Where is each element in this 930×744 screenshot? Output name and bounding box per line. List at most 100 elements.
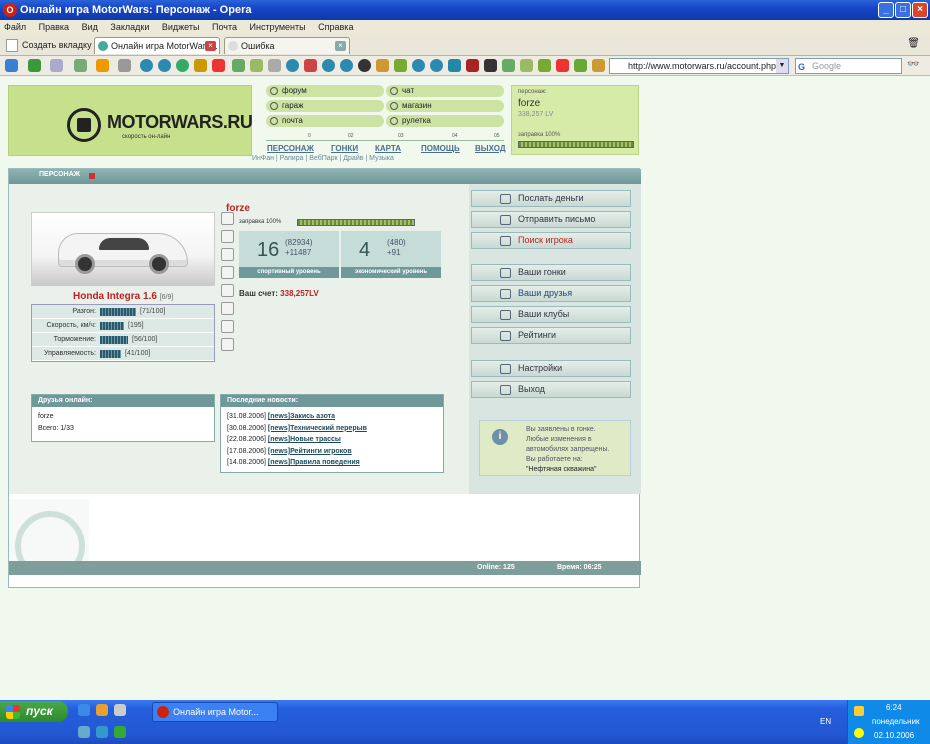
trash-icon[interactable]: 🗑 (907, 38, 920, 49)
send-money-button[interactable]: Послать деньги (471, 190, 631, 207)
forward-icon[interactable] (28, 59, 41, 72)
bookmark-icon-11[interactable] (304, 59, 317, 72)
bookmark-icon-7[interactable] (232, 59, 245, 72)
menu-edit[interactable]: Правка (39, 22, 69, 32)
link-garage[interactable]: гараж (266, 100, 384, 112)
menu-view[interactable]: Вид (82, 22, 98, 32)
tool-icon-7[interactable] (221, 320, 234, 333)
link-shop[interactable]: магазин (386, 100, 504, 112)
quicklaunch-icon-3[interactable] (114, 704, 126, 716)
tab-motorwars[interactable]: Онлайн игра MotorWars... × (94, 37, 220, 54)
your-races-button[interactable]: Ваши гонки (471, 264, 631, 281)
menu-widgets[interactable]: Виджеты (162, 22, 200, 32)
taskbar-item-opera[interactable]: Онлайн игра Motor... (152, 702, 278, 722)
collapse-icon[interactable] (89, 173, 95, 179)
close-button[interactable]: × (912, 2, 928, 18)
tool-icon-2[interactable] (221, 230, 234, 243)
bookmark-icon-24[interactable] (538, 59, 551, 72)
news-item[interactable]: [30.08.2006] [news]Технический перерыв (227, 423, 437, 435)
ratings-button[interactable]: Рейтинги (471, 327, 631, 344)
quicklaunch-icon-1[interactable] (78, 704, 90, 716)
site-logo[interactable]: MOTORWARS.RU скорость он-лайн (8, 85, 253, 156)
bookmark-icon-25[interactable] (574, 59, 587, 72)
quicklaunch-icon-6[interactable] (114, 726, 126, 738)
reload-icon[interactable] (74, 59, 87, 72)
nav-races[interactable]: ГОНКИ (331, 144, 358, 153)
bookmark-icon-9[interactable] (268, 59, 281, 72)
close-tab-icon[interactable]: × (335, 41, 346, 51)
news-item[interactable]: [14.08.2006] [news]Правила поведения (227, 457, 437, 469)
tool-icon-8[interactable] (221, 338, 234, 351)
bookmark-icon-4[interactable] (158, 59, 171, 72)
bookmark-icon-23[interactable] (520, 59, 533, 72)
close-tab-icon[interactable]: × (205, 41, 216, 51)
chevron-down-icon[interactable]: ▼ (776, 59, 788, 73)
search-input[interactable]: G Google (795, 58, 902, 74)
language-indicator[interactable]: EN (820, 717, 831, 726)
bookmark-icon-1[interactable] (96, 59, 109, 72)
bookmark-icon-19[interactable] (448, 59, 461, 72)
quicklaunch-icon-4[interactable] (78, 726, 90, 738)
tool-icon-5[interactable] (221, 284, 234, 297)
bookmark-icon-21[interactable] (484, 59, 497, 72)
bookmark-icon-10[interactable] (286, 59, 299, 72)
exit-button[interactable]: Выход (471, 381, 631, 398)
sub-nav[interactable]: ИнФан | Рапира | ВебПарк | Драйв | Музык… (252, 155, 394, 162)
nav-persona[interactable]: ПЕРСОНАЖ (267, 144, 314, 153)
find-player-button[interactable]: Поиск игрока (471, 232, 631, 249)
your-friends-button[interactable]: Ваши друзья (471, 285, 631, 302)
bookmark-icon-20[interactable] (466, 59, 479, 72)
tool-icon-3[interactable] (221, 248, 234, 261)
your-clubs-button[interactable]: Ваши клубы (471, 306, 631, 323)
network-icon[interactable] (854, 706, 864, 716)
tool-icon-6[interactable] (221, 302, 234, 315)
menu-help[interactable]: Справка (318, 22, 353, 32)
menu-tools[interactable]: Инструменты (250, 22, 306, 32)
tool-icon-4[interactable] (221, 266, 234, 279)
glasses-icon[interactable]: 👓 (907, 59, 919, 70)
security-icon[interactable] (854, 728, 864, 738)
nav-map[interactable]: КАРТА (375, 144, 401, 153)
nav-help[interactable]: ПОМОЩЬ (421, 144, 460, 153)
new-tab-button[interactable]: Создать вкладку (4, 37, 92, 53)
start-button[interactable]: пуск (0, 701, 68, 722)
clock-time[interactable]: 6:24 (886, 703, 902, 712)
settings-button[interactable]: Настройки (471, 360, 631, 377)
bookmark-icon-6[interactable] (194, 59, 207, 72)
bookmark-icon-14[interactable] (358, 59, 371, 72)
menu-mail[interactable]: Почта (212, 22, 237, 32)
send-letter-button[interactable]: Отправить письмо (471, 211, 631, 228)
menu-bookmarks[interactable]: Закладки (110, 22, 149, 32)
bookmark-icon-17[interactable] (412, 59, 425, 72)
bookmark-icon-13[interactable] (340, 59, 353, 72)
address-field[interactable]: http://www.motorwars.ru/account.php ▼ (609, 58, 789, 74)
maximize-button[interactable]: □ (895, 2, 911, 18)
news-item[interactable]: [17.08.2006] [news]Рейтинги игроков (227, 446, 437, 458)
bookmark-icon-8[interactable] (250, 59, 263, 72)
link-forum[interactable]: форум (266, 85, 384, 97)
news-item[interactable]: [31.08.2006] [news]Закись азота (227, 411, 437, 423)
link-chat[interactable]: чат (386, 85, 504, 97)
bookmark-icon-5[interactable] (176, 59, 189, 72)
fast-forward-icon[interactable] (50, 59, 63, 72)
news-item[interactable]: [22.08.2006] [news]Новые трассы (227, 434, 437, 446)
link-roulette[interactable]: рулетка (386, 115, 504, 127)
link-mail[interactable]: почта (266, 115, 384, 127)
menu-file[interactable]: Файл (4, 22, 26, 32)
bookmark-icon-22[interactable] (502, 59, 515, 72)
back-icon[interactable] (5, 59, 18, 72)
yandex-icon-2[interactable] (556, 59, 569, 72)
friend-item[interactable]: forze (38, 411, 208, 423)
tab-error[interactable]: Ошибка × (224, 37, 350, 54)
quicklaunch-icon-2[interactable] (96, 704, 108, 716)
minimize-button[interactable]: _ (878, 2, 894, 18)
bookmark-icon-12[interactable] (322, 59, 335, 72)
yandex-icon[interactable] (212, 59, 225, 72)
bookmark-icon-3[interactable] (140, 59, 153, 72)
bookmark-icon-26[interactable] (592, 59, 605, 72)
nav-exit[interactable]: ВЫХОД (475, 144, 506, 153)
bookmark-icon-2[interactable] (118, 59, 131, 72)
bookmark-icon-16[interactable] (394, 59, 407, 72)
quicklaunch-icon-5[interactable] (96, 726, 108, 738)
bookmark-icon-18[interactable] (430, 59, 443, 72)
